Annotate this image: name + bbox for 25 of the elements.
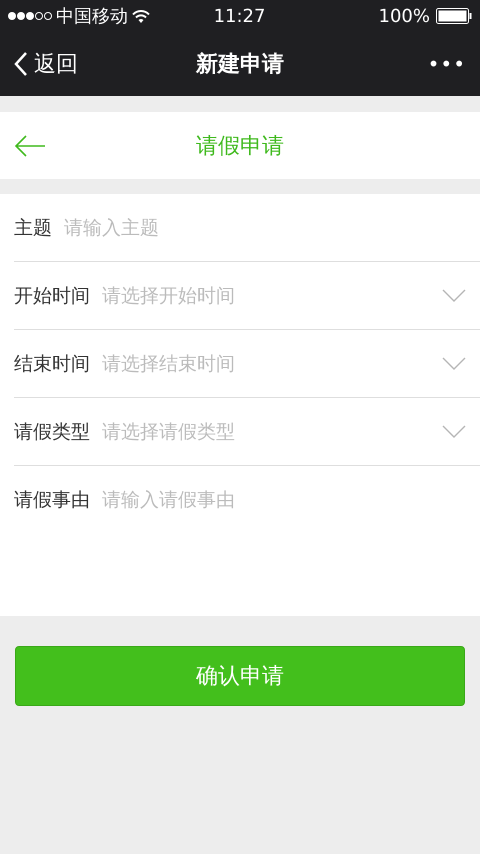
back-arrow-icon[interactable] <box>14 134 46 158</box>
back-button[interactable]: 返回 <box>14 49 124 79</box>
select-field[interactable]: 请选择请假类型 <box>102 420 442 442</box>
chevron-down-icon[interactable] <box>442 288 466 302</box>
select-field[interactable]: 请选择结束时间 <box>102 352 442 374</box>
more-button[interactable]: ••• <box>356 52 466 76</box>
select-field[interactable]: 请选择开始时间 <box>102 284 442 306</box>
carrier-name: 中国移动 <box>56 5 128 28</box>
field-label: 开始时间 <box>14 284 90 308</box>
field-label: 主题 <box>14 216 52 240</box>
field-label: 请假事由 <box>14 488 90 513</box>
reason-field[interactable]: 请输入请假事由 <box>102 487 466 597</box>
chevron-left-icon[interactable] <box>14 51 28 77</box>
chevron-down-icon[interactable] <box>442 356 466 370</box>
status-time: 11:27 <box>214 6 266 26</box>
input-field[interactable]: 请输入主题 <box>64 216 466 238</box>
battery-icon <box>436 8 472 24</box>
page-title: 新建申请 <box>196 51 284 79</box>
wifi-icon <box>132 10 150 22</box>
signal-icon <box>7 11 52 21</box>
form-title: 请假申请 <box>196 132 284 160</box>
battery-percent: 100% <box>378 6 430 26</box>
chevron-down-icon[interactable] <box>442 424 466 438</box>
field-label: 请假类型 <box>14 420 90 444</box>
field-label: 结束时间 <box>14 352 90 376</box>
